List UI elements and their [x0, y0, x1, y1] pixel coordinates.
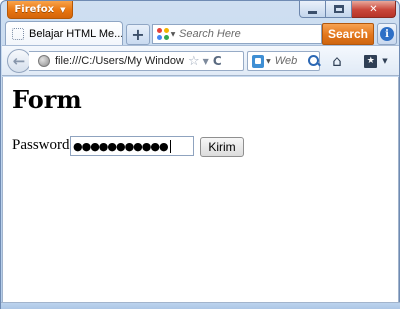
title-bar: Firefox ▼ ✕ [1, 1, 399, 21]
window-controls: ✕ [299, 1, 396, 18]
close-icon: ✕ [369, 3, 378, 15]
home-icon: ⌂ [332, 52, 342, 70]
navigation-toolbar: ← file:///C:/Users/My Window ☆ ▼ C ▼ ⌂ ★… [2, 45, 399, 76]
url-text[interactable]: file:///C:/Users/My Window [55, 55, 185, 67]
window-bottom-border [1, 302, 400, 309]
toolbar-search-box: ▼ [152, 24, 322, 44]
maximize-button[interactable] [326, 1, 352, 18]
search-button[interactable]: Search [322, 23, 374, 45]
page-content: Form Password ●●●●●●●●●●● Kirim [2, 77, 399, 302]
info-icon: i [380, 27, 394, 41]
page-icon [12, 27, 24, 40]
password-label: Password [12, 137, 70, 153]
tab-label: Belajar HTML Me... [29, 27, 122, 40]
back-button[interactable]: ← [7, 49, 31, 73]
reload-icon[interactable]: C [213, 54, 222, 68]
search-input[interactable] [179, 26, 317, 42]
chevron-down-icon: ▼ [170, 30, 176, 38]
search-icon[interactable] [307, 55, 319, 67]
home-button[interactable]: ⌂ [324, 50, 350, 72]
history-dropdown-icon[interactable]: ▼ [203, 57, 209, 66]
firefox-menu-label: Firefox [14, 4, 55, 15]
chevron-down-icon: ▼ [60, 5, 66, 14]
close-button[interactable]: ✕ [352, 1, 396, 18]
minimize-button[interactable] [299, 1, 326, 18]
submit-button[interactable]: Kirim [200, 137, 244, 157]
search-engine-logo-icon [156, 27, 170, 41]
minimize-icon [308, 10, 317, 14]
new-tab-button[interactable]: + [126, 24, 150, 45]
browser-window: Firefox ▼ ✕ Belajar HTML Me... + ▼ Searc… [0, 0, 400, 309]
web-search-engine-icon[interactable] [252, 54, 265, 68]
plus-icon: + [131, 24, 145, 44]
bookmark-star-icon[interactable]: ☆ [188, 54, 200, 69]
password-value: ●●●●●●●●●●● [73, 139, 169, 153]
search-engine-selector[interactable]: ▼ [153, 25, 179, 43]
maximize-icon [333, 5, 344, 13]
firefox-menu-button[interactable]: Firefox ▼ [7, 1, 73, 19]
tab-belajar-html[interactable]: Belajar HTML Me... [5, 21, 123, 45]
page-title: Form [12, 85, 82, 114]
chevron-down-icon[interactable]: ▼ [266, 58, 271, 65]
bookmarks-icon: ★ [364, 54, 378, 68]
web-search-box: ▼ [247, 51, 320, 71]
chevron-down-icon: ▼ [382, 57, 388, 65]
text-cursor [169, 139, 171, 153]
url-bar[interactable]: file:///C:/Users/My Window ☆ ▼ C [29, 51, 244, 71]
bookmarks-button[interactable]: ★ ▼ [358, 50, 394, 72]
web-search-input[interactable] [274, 55, 307, 67]
info-button[interactable]: i [377, 23, 397, 45]
back-arrow-icon: ← [12, 52, 26, 70]
globe-icon [38, 55, 50, 67]
password-field[interactable]: ●●●●●●●●●●● [70, 136, 194, 156]
